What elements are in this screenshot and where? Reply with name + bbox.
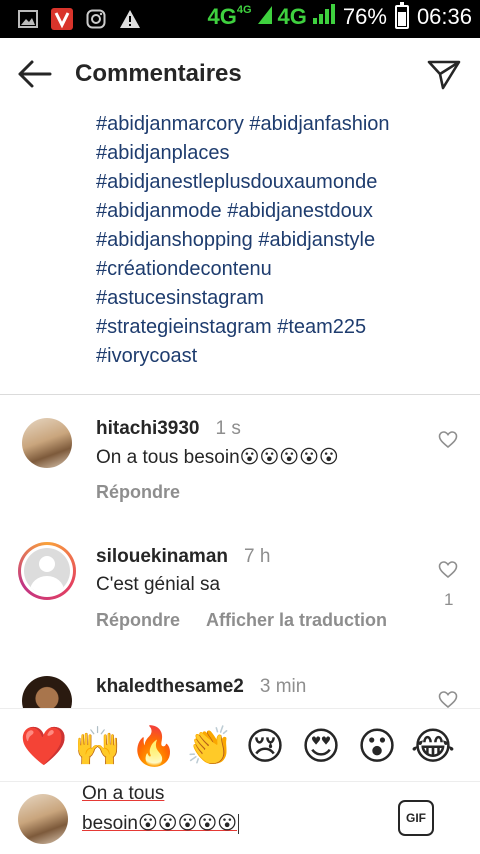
back-arrow-icon[interactable] <box>16 58 56 90</box>
hashtag-line[interactable]: #créationdecontenu <box>96 255 456 284</box>
emoji-heart[interactable]: ❤️ <box>20 724 67 770</box>
signal-bars-icon <box>312 4 337 30</box>
avatar-story-ring[interactable] <box>18 542 76 600</box>
send-icon[interactable] <box>426 56 464 94</box>
comment-text: C'est génial sa <box>96 574 221 595</box>
battery-percent: 76% <box>342 4 387 29</box>
hashtag-line[interactable]: #abidjanmode #abidjanestdoux <box>96 197 456 226</box>
divider <box>0 394 480 395</box>
status-indicators: 4G4G 4G 76% 06:36 <box>207 2 472 30</box>
emoji-raising-hands[interactable]: 🙌 <box>74 724 121 770</box>
notification-icons <box>16 7 142 31</box>
comment-username[interactable]: khaledthesame2 3 min <box>96 676 306 698</box>
like-count: 1 <box>444 590 454 609</box>
app-v-icon <box>50 7 74 31</box>
comment-item: khaledthesame2 3 min <box>0 670 480 708</box>
emoji-heart-eyes[interactable]: 😍 <box>298 724 344 770</box>
avatar[interactable] <box>22 676 72 708</box>
network-indicator-2: 4G <box>277 4 307 29</box>
instagram-icon <box>84 7 108 31</box>
hashtag-line[interactable]: #ivorycoast <box>96 342 456 371</box>
hashtag-line[interactable]: #abidjanshopping #abidjanstyle <box>96 226 456 255</box>
status-bar: 4G4G 4G 76% 06:36 <box>0 0 480 38</box>
comment-actions: Répondre Afficher la traduction <box>96 610 387 631</box>
gallery-icon <box>16 7 40 31</box>
comment-input-line: besoin😮😮😮😮😮 <box>82 813 240 834</box>
emoji-fire[interactable]: 🔥 <box>130 724 177 770</box>
comment-time: 7 h <box>244 546 271 567</box>
comment-time: 3 min <box>259 676 307 697</box>
translate-button[interactable]: Afficher la traduction <box>206 610 387 631</box>
hashtag-line[interactable]: #astucesinstagram <box>96 284 456 313</box>
comment-actions: Répondre <box>96 482 180 503</box>
hashtag-line[interactable]: #abidjanestleplusdouxaumonde <box>96 168 456 197</box>
network-indicator-1: 4G4G <box>207 4 252 29</box>
header: Commentaires <box>0 38 480 110</box>
comment-input[interactable]: On a tous besoin😮😮😮😮😮 <box>82 783 372 836</box>
emoji-clapping[interactable]: 👏 <box>186 724 233 770</box>
emoji-laughing[interactable]: 😂 <box>410 724 456 770</box>
comment-time: 1 s <box>215 418 241 439</box>
comment-input-line: On a tous <box>82 783 165 804</box>
user-avatar <box>18 794 68 844</box>
reply-button[interactable]: Répondre <box>96 482 180 503</box>
reply-button[interactable]: Répondre <box>96 610 180 631</box>
gif-button[interactable]: GIF <box>398 800 434 836</box>
like-heart-icon[interactable] <box>438 430 458 450</box>
emoji-surprised[interactable]: 😮 <box>354 724 400 770</box>
page-title: Commentaires <box>75 60 242 87</box>
hashtag-line[interactable]: #abidjanmarcory #abidjanfashion <box>96 110 456 139</box>
comment-username[interactable]: silouekinaman 7 h <box>96 546 270 568</box>
hashtag-line[interactable]: #strategieinstagram #team225 <box>96 313 456 342</box>
text-caret <box>238 813 240 834</box>
signal-icon <box>257 4 272 30</box>
avatar[interactable] <box>22 418 72 468</box>
comment-text: On a tous besoin😮😮😮😮😮 <box>96 447 339 468</box>
emoji-quick-bar: ❤️ 🙌 🔥 👏 😢 😍 😮 😂 <box>0 708 480 782</box>
hashtag-line[interactable]: #abidjanplaces <box>96 139 456 168</box>
battery-icon <box>394 2 409 29</box>
clock: 06:36 <box>416 4 472 29</box>
comment-username[interactable]: hitachi3930 1 s <box>96 418 241 440</box>
warning-icon <box>118 7 142 31</box>
comment-input-bar: On a tous besoin😮😮😮😮😮 GIF <box>0 782 480 854</box>
post-caption: #abidjanmarcory #abidjanfashion #abidjan… <box>96 110 456 371</box>
emoji-crying[interactable]: 😢 <box>242 724 288 770</box>
like-heart-icon[interactable] <box>438 560 458 580</box>
like-heart-icon[interactable] <box>438 690 458 708</box>
